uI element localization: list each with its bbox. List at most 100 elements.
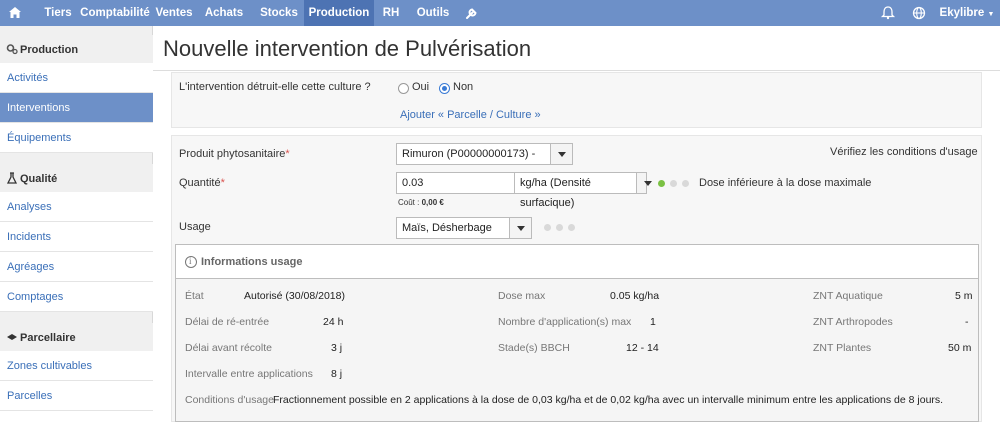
map-icon <box>7 334 17 340</box>
quantity-label: Quantité* <box>179 177 225 189</box>
product-select-value: Rimuron (P00000000173) - <box>402 148 536 160</box>
sidebar-section-qualite: Qualité <box>0 164 153 194</box>
nav-production[interactable]: Production <box>304 0 374 26</box>
info-key: Stade(s) BBCH <box>498 342 570 354</box>
sidebar-item-incidents[interactable]: Incidents <box>0 222 153 252</box>
nav-ventes[interactable]: Ventes <box>150 0 198 26</box>
info-value: 3 j <box>331 342 343 354</box>
sidebar-item-activites[interactable]: Activités <box>0 63 153 93</box>
nav-outils[interactable]: Outils <box>410 0 456 26</box>
sidebar-section-title: Parcellaire <box>20 332 76 344</box>
wrench-icon <box>466 8 477 19</box>
usage-status-dot <box>568 224 575 231</box>
nav-home[interactable] <box>0 0 30 26</box>
nav-tools[interactable] <box>460 0 482 26</box>
caret-down-icon: ▼ <box>987 11 995 18</box>
sidebar-item-analyses[interactable]: Analyses <box>0 192 153 222</box>
usage-label: Usage <box>179 221 211 233</box>
top-nav: Tiers Comptabilité Ventes Achats Stocks … <box>0 0 1000 26</box>
sidebar-item-equipements[interactable]: Équipements <box>0 123 153 153</box>
quantity-label-text: Quantité <box>179 177 221 189</box>
conditions-value: Fractionnement possible en 2 application… <box>273 394 944 406</box>
dose-status-dot <box>670 180 677 187</box>
chevron-down-icon <box>636 173 652 193</box>
sidebar-item-zones-cultivables[interactable]: Zones cultivables <box>0 351 153 381</box>
dose-status-text: Dose inférieure à la dose maximale <box>699 177 872 189</box>
nav-achats[interactable]: Achats <box>198 0 250 26</box>
gears-icon <box>6 44 18 55</box>
info-value: 50 m <box>948 342 972 354</box>
quantity-input[interactable]: 0.03 <box>396 172 515 194</box>
cost-value: 0,00 € <box>421 198 444 207</box>
usage-info-title: Informations usage <box>201 256 303 268</box>
info-key: Délai avant récolte <box>185 342 272 354</box>
cost-label: Coût : <box>398 198 420 207</box>
usage-info-header: Informations usage <box>176 245 978 279</box>
dose-status-dot-active <box>658 180 665 187</box>
usage-select[interactable]: Maïs, Désherbage <box>396 217 532 239</box>
sidebar-section-parcellaire: Parcellaire <box>0 323 153 353</box>
required-mark: * <box>285 148 290 160</box>
info-value: 1 <box>650 316 656 328</box>
destroy-question-label: L'intervention détruit-elle cette cultur… <box>179 81 371 93</box>
globe-icon <box>912 6 926 20</box>
radio-oui-label[interactable]: Oui <box>412 81 429 93</box>
info-value: 5 m <box>955 290 973 302</box>
info-key: Nombre d'application(s) max <box>498 316 632 328</box>
radio-non[interactable] <box>439 83 450 94</box>
usage-select-value: Maïs, Désherbage <box>402 222 492 234</box>
info-icon <box>185 256 197 268</box>
dose-status-dot <box>682 180 689 187</box>
home-icon <box>9 7 21 18</box>
info-key: Délai de ré-entrée <box>185 316 270 328</box>
info-key: ZNT Aquatique <box>813 290 883 302</box>
sidebar: Production Activités Interventions Équip… <box>0 26 153 422</box>
sidebar-item-agreages[interactable]: Agréages <box>0 252 153 282</box>
chevron-down-icon <box>550 144 572 164</box>
sidebar-item-interventions[interactable]: Interventions <box>0 93 153 123</box>
info-key: ZNT Arthropodes <box>813 316 893 328</box>
usage-status-dot <box>544 224 551 231</box>
nav-user-menu[interactable]: Ekylibre ▼ <box>938 0 996 26</box>
product-label-text: Produit phytosanitaire <box>179 148 286 160</box>
radio-oui[interactable] <box>398 83 409 94</box>
check-usage-conditions[interactable]: Vérifiez les conditions d'usage <box>830 146 978 158</box>
info-key: Intervalle entre applications <box>185 368 313 380</box>
bell-icon <box>880 6 896 20</box>
info-key: État <box>185 290 204 302</box>
info-value: 0.05 kg/ha <box>610 290 660 302</box>
info-key: ZNT Plantes <box>813 342 872 354</box>
flask-icon <box>6 172 18 184</box>
page-title: Nouvelle intervention de Pulvérisation <box>163 36 532 61</box>
cost-display: Coût : 0,00 € <box>398 198 444 207</box>
chevron-down-icon <box>509 218 531 238</box>
product-select[interactable]: Rimuron (P00000000173) - <box>396 143 573 165</box>
required-mark: * <box>220 177 225 189</box>
unit-select[interactable]: kg/ha (Densité surfacique) <box>514 172 652 209</box>
nav-comptabilite[interactable]: Comptabilité <box>80 0 150 26</box>
info-key: Dose max <box>498 290 546 302</box>
info-value: - <box>965 316 969 328</box>
radio-non-label[interactable]: Non <box>453 81 473 93</box>
conditions-key: Conditions d'usage <box>185 394 274 406</box>
sidebar-item-parcelles[interactable]: Parcelles <box>0 381 153 411</box>
info-value: 8 j <box>331 368 343 380</box>
info-value: Autorisé (30/08/2018) <box>244 290 345 302</box>
nav-rh[interactable]: RH <box>374 0 408 26</box>
info-value: 12 - 14 <box>626 342 659 354</box>
nav-notifications[interactable] <box>878 0 898 26</box>
sidebar-section-title: Production <box>20 44 79 56</box>
nav-stocks[interactable]: Stocks <box>254 0 304 26</box>
sidebar-section-production: Production <box>0 35 153 65</box>
user-name: Ekylibre <box>939 7 985 19</box>
title-divider <box>153 70 1000 71</box>
nav-tiers[interactable]: Tiers <box>36 0 80 26</box>
sidebar-item-comptages[interactable]: Comptages <box>0 282 153 312</box>
sidebar-section-title: Qualité <box>20 173 58 185</box>
nav-language[interactable] <box>909 0 929 26</box>
info-value: 24 h <box>323 316 344 328</box>
sidebar-item-more[interactable] <box>0 411 153 422</box>
usage-status-dot <box>556 224 563 231</box>
product-label: Produit phytosanitaire* <box>179 148 290 160</box>
add-parcel-link[interactable]: Ajouter « Parcelle / Culture » <box>400 109 541 121</box>
